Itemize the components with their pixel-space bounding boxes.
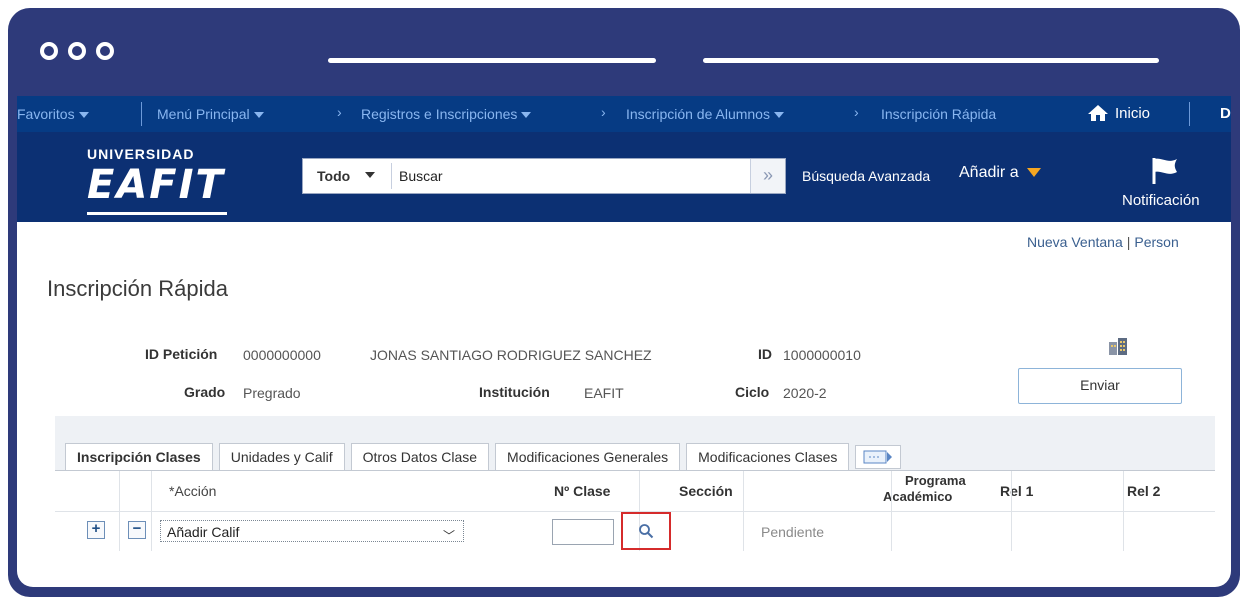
link-separator: | [1126, 234, 1131, 250]
add-row-button[interactable]: + [87, 521, 105, 539]
grado-value: Pregrado [243, 385, 301, 401]
caret-down-icon [78, 112, 89, 119]
column-header-programa: Programa [905, 473, 966, 488]
search-submit-button[interactable]: » [750, 159, 785, 193]
tab-modificaciones-clases[interactable]: Modificaciones Clases [686, 443, 850, 470]
breadcrumb-navbar: Favoritos Menú Principal › Registros e I… [17, 96, 1231, 132]
nav-edge-letter: D [1220, 105, 1231, 122]
window-dot-icon[interactable] [96, 42, 114, 60]
nav-registros-label: Registros e Inscripciones [361, 106, 518, 122]
grid-columns-icon [863, 450, 893, 464]
browser-content: Favoritos Menú Principal › Registros e I… [17, 96, 1231, 587]
ciclo-value: 2020-2 [783, 385, 827, 401]
column-header-accion: *Acción [169, 483, 217, 499]
caret-down-icon [253, 112, 264, 119]
window-dot-icon[interactable] [40, 42, 58, 60]
table-header: *Acción Nº Clase Sección Programa Académ… [55, 471, 1215, 512]
caret-down-icon [365, 172, 375, 178]
ciclo-label: Ciclo [735, 384, 770, 400]
chevron-right-icon: › [854, 104, 859, 120]
tab-unidades-calif[interactable]: Unidades y Calif [218, 443, 345, 470]
home-icon [1088, 105, 1108, 121]
enviar-button[interactable]: Enviar [1018, 368, 1182, 404]
status-pendiente: Pendiente [761, 524, 825, 540]
column-header-rel1: Rel 1 [1000, 483, 1034, 499]
id-value: 1000000010 [783, 347, 861, 363]
column-header-academico: Académico [883, 489, 953, 504]
search-bar: Todo Buscar » [302, 158, 786, 194]
grid-tabs: Inscripción Clases Unidades y Calif Otro… [65, 443, 902, 470]
n-clase-input[interactable] [552, 519, 614, 545]
column-header-rel2: Rel 2 [1127, 483, 1161, 499]
logo[interactable]: EAFIT [87, 162, 225, 208]
home-link[interactable]: Inicio [1087, 104, 1150, 122]
search-icon [639, 524, 654, 539]
page-links: Nueva Ventana | Person [1027, 234, 1179, 250]
tab-modificaciones-generales[interactable]: Modificaciones Generales [495, 443, 681, 470]
id-peticion-label: ID Petición [145, 346, 218, 362]
advanced-search-link[interactable]: Búsqueda Avanzada [802, 168, 930, 184]
search-divider [391, 163, 392, 189]
accion-select[interactable]: Añadir Calif ﹀ [160, 520, 464, 543]
caret-down-icon [773, 112, 784, 119]
logo-subtitle: UNIVERSIDAD [87, 146, 195, 162]
site-header: UNIVERSIDAD EAFIT Todo Buscar » Búsqueda… [17, 132, 1231, 222]
column-header-n-clase: Nº Clase [554, 483, 611, 499]
search-category-dropdown[interactable]: Todo [317, 168, 350, 184]
nav-inscripcion-alumnos-label: Inscripción de Alumnos [626, 106, 770, 122]
add-to-label: Añadir a [959, 164, 1019, 181]
title-bar-line [703, 58, 1159, 63]
flag-icon[interactable] [1150, 156, 1180, 186]
class-table: *Acción Nº Clase Sección Programa Académ… [55, 470, 1215, 582]
nav-menu-principal-label: Menú Principal [157, 106, 250, 122]
chevron-right-icon: › [601, 104, 606, 120]
nav-menu-principal[interactable]: Menú Principal [157, 106, 264, 122]
nav-favoritos-label: Favoritos [17, 106, 75, 122]
id-peticion-value: 0000000000 [243, 347, 321, 363]
grado-label: Grado [184, 384, 226, 400]
caret-down-icon [1026, 168, 1041, 178]
notifications-label[interactable]: Notificación [1122, 192, 1200, 209]
window-controls [40, 42, 114, 60]
home-label: Inicio [1115, 104, 1151, 122]
personalize-link[interactable]: Person [1134, 234, 1178, 250]
nav-favoritos[interactable]: Favoritos [17, 106, 89, 122]
class-lookup-button[interactable] [621, 512, 671, 550]
page-title: Inscripción Rápida [47, 276, 228, 301]
search-input[interactable]: Buscar [399, 168, 443, 184]
nav-divider [141, 102, 142, 126]
student-name: JONAS SANTIAGO RODRIGUEZ SANCHEZ [370, 347, 652, 363]
nav-inscripcion-alumnos[interactable]: Inscripción de Alumnos [626, 106, 784, 122]
title-bar-line [328, 58, 656, 63]
window-frame: Favoritos Menú Principal › Registros e I… [8, 8, 1240, 597]
id-label: ID [758, 346, 772, 362]
add-to-menu[interactable]: Añadir a [959, 164, 1041, 182]
table-row: + − Añadir Calif ﹀ Pendiente [55, 512, 1215, 552]
new-window-link[interactable]: Nueva Ventana [1027, 234, 1123, 250]
class-grid: Inscripción Clases Unidades y Calif Otro… [55, 416, 1215, 582]
tab-otros-datos-clase[interactable]: Otros Datos Clase [350, 443, 490, 470]
building-icon[interactable] [1107, 336, 1129, 356]
window-dot-icon[interactable] [68, 42, 86, 60]
nav-inscripcion-rapida[interactable]: Inscripción Rápida [881, 106, 996, 122]
nav-inscripcion-rapida-label: Inscripción Rápida [881, 106, 997, 122]
column-header-seccion: Sección [679, 483, 733, 499]
chevron-down-icon: ﹀ [442, 529, 455, 543]
institucion-value: EAFIT [584, 385, 624, 401]
remove-row-button[interactable]: − [128, 521, 146, 539]
institucion-label: Institución [479, 384, 550, 400]
chevron-right-icon: › [337, 104, 342, 120]
accion-selected-value: Añadir Calif [167, 524, 240, 540]
tab-inscripcion-clases[interactable]: Inscripción Clases [65, 443, 213, 470]
nav-divider [1189, 102, 1190, 126]
show-all-columns-icon[interactable] [855, 445, 902, 469]
logo-underline [87, 212, 227, 215]
nav-registros[interactable]: Registros e Inscripciones [361, 106, 532, 122]
caret-down-icon [521, 112, 532, 119]
